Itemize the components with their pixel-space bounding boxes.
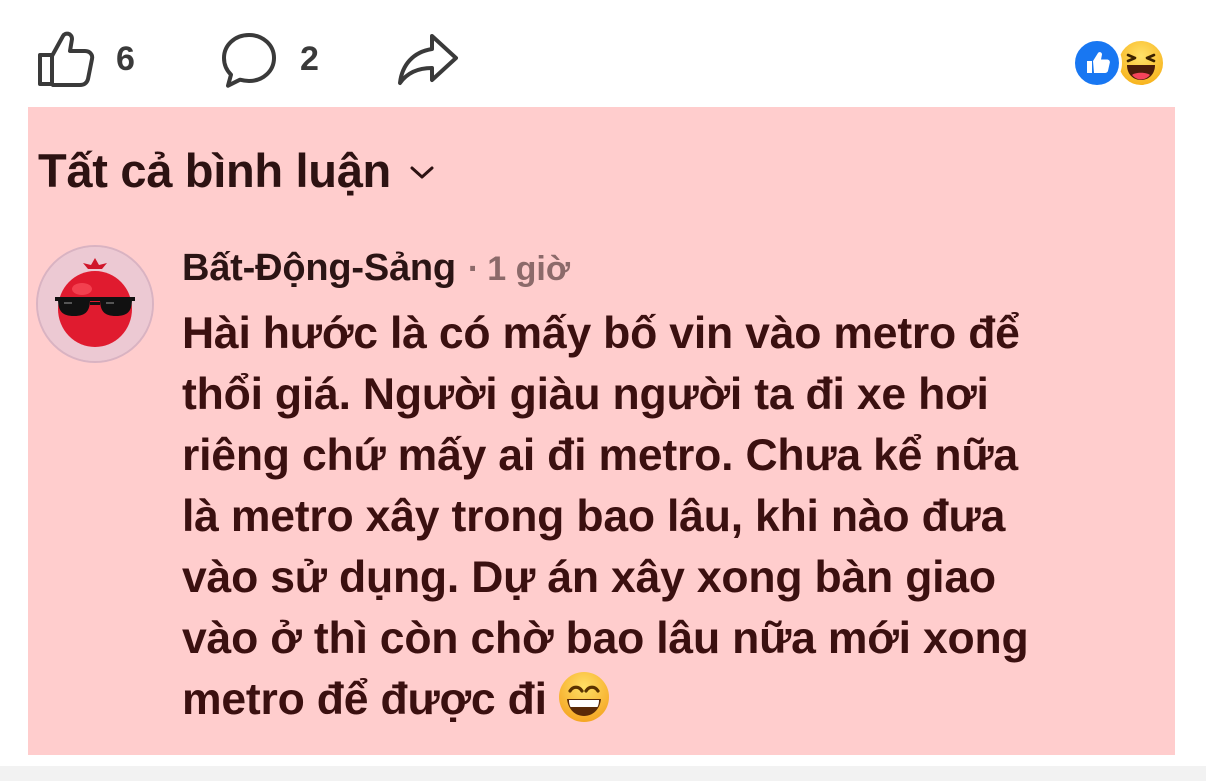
meta-separator: · [467, 250, 480, 288]
post-action-bar: 6 2 [0, 0, 1206, 107]
comment-author[interactable]: Bất-Động-Sảng [182, 247, 456, 290]
haha-reaction-icon [1117, 39, 1165, 87]
reactions-summary[interactable] [1072, 38, 1166, 88]
grinning-face-icon [558, 672, 609, 722]
share-arrow-icon [398, 34, 458, 85]
comments-filter-dropdown[interactable]: Tất cả bình luận [38, 143, 435, 198]
comments-panel: Tất cả bình luận Bất-Động-Sảng · 1 giờ H… [28, 107, 1175, 755]
chevron-down-icon [410, 166, 434, 178]
like-reaction-icon [1072, 38, 1122, 88]
comment-button[interactable]: 2 [218, 28, 319, 90]
like-button[interactable]: 6 [34, 28, 135, 90]
comments-section-title: Tất cả bình luận [38, 144, 391, 197]
share-button[interactable] [396, 28, 460, 90]
comment-count: 2 [300, 39, 319, 78]
pomegranate-sunglasses-avatar-icon [38, 247, 152, 361]
avatar[interactable] [36, 245, 154, 363]
thumbs-up-icon [38, 31, 95, 87]
comment-meta: Bất-Động-Sảng · 1 giờ [182, 247, 570, 290]
like-count: 6 [116, 39, 135, 78]
bottom-divider [0, 766, 1206, 781]
speech-bubble-icon [222, 33, 276, 88]
comment-timestamp[interactable]: 1 giờ [487, 250, 570, 289]
comment-body-text: Hài hước là có mấy bố vin vào metro để t… [182, 309, 1029, 724]
comment-text: Hài hước là có mấy bố vin vào metro để t… [182, 303, 1162, 730]
